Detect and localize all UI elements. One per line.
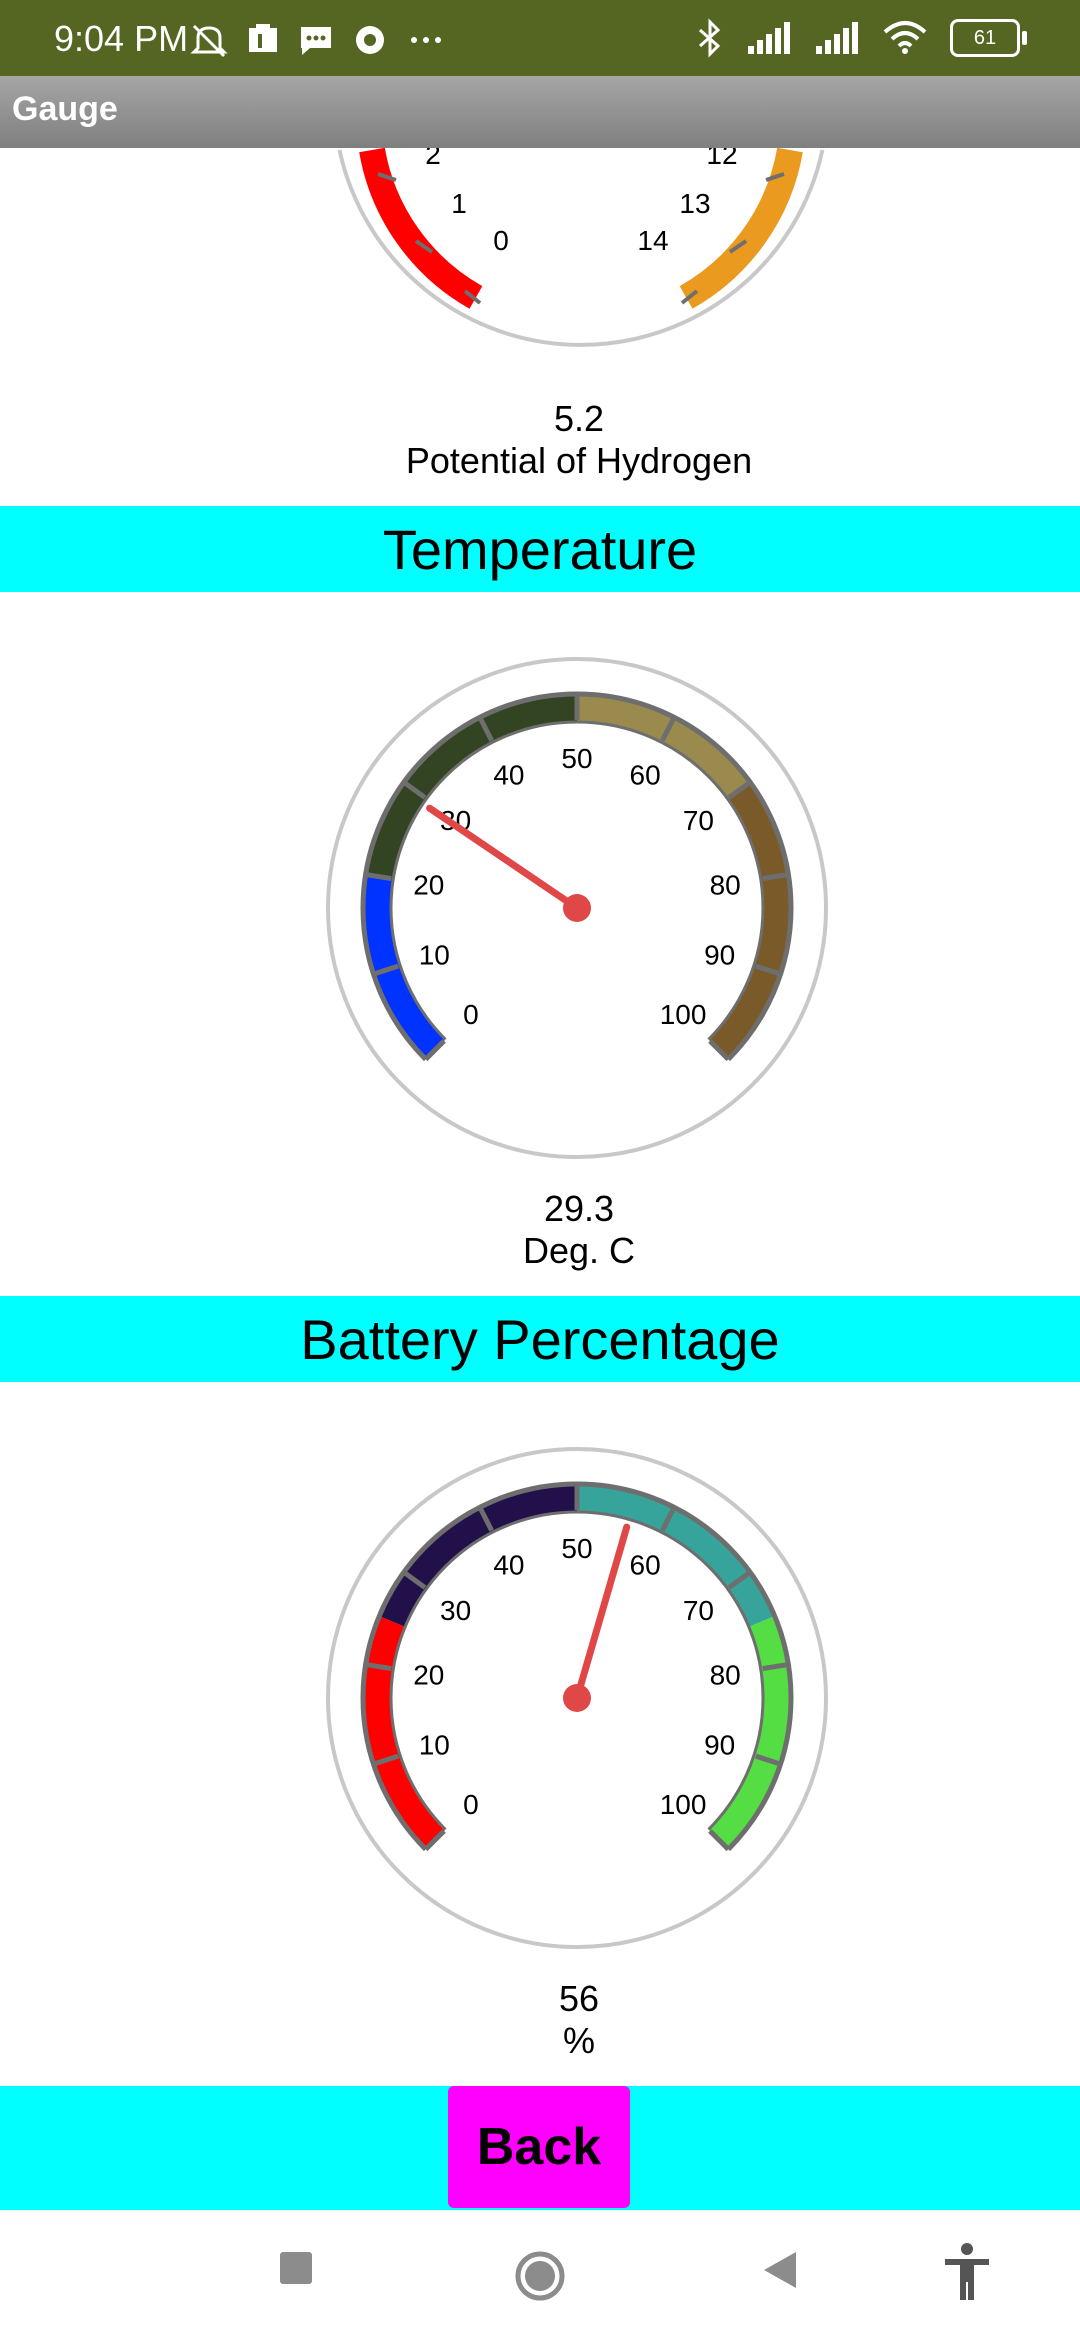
temperature-header: Temperature bbox=[0, 506, 1080, 592]
wifi-icon bbox=[883, 21, 927, 54]
ph-gauge-band-low bbox=[359, 148, 483, 309]
battery-unit: % bbox=[562, 2020, 595, 2061]
mute-icon bbox=[190, 24, 228, 58]
battery-level: 61 bbox=[973, 26, 997, 49]
ph-unit: Potential of Hydrogen bbox=[405, 440, 753, 481]
back-nav-button[interactable] bbox=[762, 2250, 798, 2290]
gauge-needle-hub bbox=[563, 894, 591, 922]
gauge-band bbox=[366, 695, 578, 879]
home-button[interactable] bbox=[514, 2250, 566, 2302]
gauge-label: 40 bbox=[493, 1549, 524, 1580]
gauge-label: 100 bbox=[660, 999, 707, 1030]
gauge-label: 30 bbox=[440, 1595, 471, 1626]
bottom-bar: Back bbox=[0, 2086, 1080, 2210]
circle-icon bbox=[515, 2251, 565, 2301]
gauge-label: 10 bbox=[419, 939, 450, 970]
gauge-label: 0 bbox=[463, 999, 479, 1030]
ph-gauge-band-high bbox=[679, 148, 803, 309]
recents-button[interactable] bbox=[278, 2250, 314, 2286]
app-title-bar: Gauge bbox=[0, 76, 1080, 148]
gauge-needle bbox=[426, 804, 581, 912]
gauge-label: 90 bbox=[704, 939, 735, 970]
gauge-label: 60 bbox=[630, 759, 661, 790]
battery-icon: 61 bbox=[950, 19, 1027, 57]
bluetooth-icon bbox=[699, 18, 721, 58]
ph-gauge-label: 13 bbox=[679, 188, 710, 219]
triangle-back-icon bbox=[764, 2252, 796, 2288]
gauge-label: 40 bbox=[493, 759, 524, 790]
gauge-label: 10 bbox=[419, 1729, 450, 1760]
gauge-label: 50 bbox=[561, 743, 592, 774]
ph-gauge-label: 1 bbox=[451, 188, 467, 219]
gauge-label: 70 bbox=[683, 805, 714, 836]
ph-value: 5.2 bbox=[553, 398, 605, 439]
status-bar: 9:04 PM 61 bbox=[0, 0, 1080, 76]
gauge-band bbox=[709, 782, 790, 1059]
battery-value: 56 bbox=[558, 1978, 600, 2019]
gauge-label: 50 bbox=[561, 1533, 592, 1564]
gauge-label: 0 bbox=[463, 1789, 479, 1820]
gauge-label: 20 bbox=[413, 1660, 444, 1691]
gauge-label: 80 bbox=[710, 1660, 741, 1691]
hotspot-icon bbox=[356, 26, 384, 54]
sim-icon bbox=[249, 24, 277, 52]
square-icon bbox=[280, 2252, 312, 2284]
gauge-label: 20 bbox=[413, 870, 444, 901]
accessibility-button[interactable] bbox=[942, 2242, 992, 2302]
temperature-value: 29.3 bbox=[543, 1188, 615, 1229]
temperature-unit: Deg. C bbox=[522, 1230, 636, 1271]
accessibility-icon bbox=[945, 2243, 989, 2300]
app-title: Gauge bbox=[12, 90, 118, 128]
gauge-needle-hub bbox=[563, 1684, 591, 1712]
status-right-icons: 61 bbox=[696, 18, 1027, 58]
ph-gauge-label: 14 bbox=[637, 225, 668, 256]
signal-icon bbox=[748, 22, 790, 54]
gauge-label: 100 bbox=[660, 1789, 707, 1820]
gauge-label: 70 bbox=[683, 1595, 714, 1626]
navigation-bar bbox=[0, 2210, 1080, 2340]
temperature-gauge: 0102030405060708090100 bbox=[326, 657, 828, 1159]
status-time: 9:04 PM bbox=[54, 18, 189, 59]
battery-gauge: 0 10 20 30 40 50 60 70 80 90 100 bbox=[326, 1447, 828, 1949]
status-left-icons bbox=[190, 20, 446, 60]
gauge-label: 60 bbox=[630, 1549, 661, 1580]
ph-gauge-label: 12 bbox=[706, 148, 737, 170]
gauge-label: 90 bbox=[704, 1729, 735, 1760]
battery-header: Battery Percentage bbox=[0, 1296, 1080, 1382]
signal-icon bbox=[816, 22, 858, 54]
ph-gauge: 2 1 0 12 13 14 bbox=[337, 148, 825, 347]
ph-gauge-label: 0 bbox=[493, 225, 509, 256]
ph-gauge-label: 2 bbox=[425, 148, 441, 170]
more-icon bbox=[411, 37, 441, 43]
back-button[interactable]: Back bbox=[448, 2086, 630, 2208]
gauge-label: 80 bbox=[710, 870, 741, 901]
message-icon bbox=[301, 27, 331, 55]
